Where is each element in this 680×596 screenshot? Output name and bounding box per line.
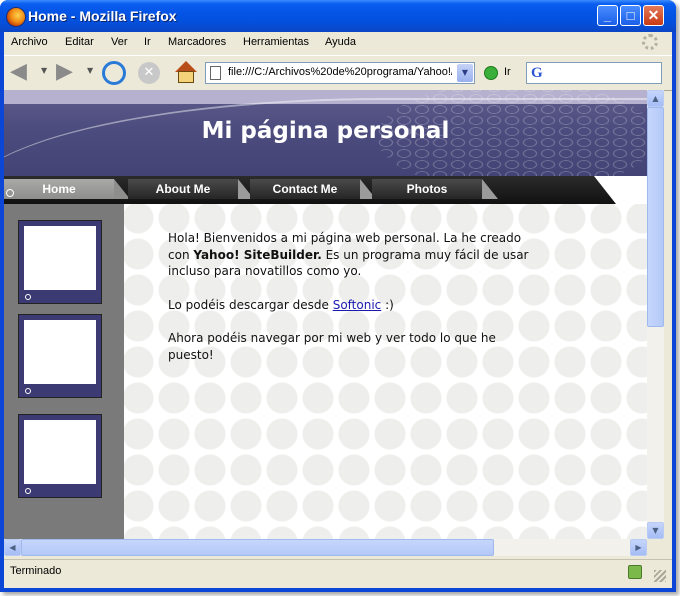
tab-photos-label: Photos (406, 182, 448, 196)
title-bar[interactable]: Home - Mozilla Firefox _ □ ✕ (0, 0, 676, 32)
photo-dot-icon (25, 294, 31, 300)
search-input[interactable]: G (526, 62, 662, 84)
menu-ver[interactable]: Ver (111, 36, 128, 48)
status-bar: Terminado (4, 559, 672, 585)
url-input[interactable]: file:///C:/Archivos%20de%20programa/Yaho… (228, 66, 452, 78)
page-viewport: Mi página personal Home About Me Contact… (4, 90, 647, 539)
download-text: Lo podéis descargar desde (168, 297, 333, 312)
back-dropdown-icon[interactable]: ▼ (41, 66, 47, 75)
vertical-scroll-thumb[interactable] (647, 107, 664, 327)
tab-home[interactable]: Home (4, 179, 114, 199)
browser-window: Home - Mozilla Firefox _ □ ✕ Archivo Edi… (0, 0, 676, 592)
softonic-link[interactable]: Softonic (333, 298, 382, 312)
browse-paragraph: Ahora podéis navegar por mi web y ver to… (168, 331, 496, 362)
scrollbar-corner (647, 539, 664, 556)
scroll-left-icon[interactable]: ◀ (4, 539, 21, 556)
url-bar[interactable]: file:///C:/Archivos%20de%20programa/Yaho… (205, 62, 475, 84)
site-nav: Home About Me Contact Me Photos (4, 176, 647, 204)
close-button[interactable]: ✕ (643, 5, 664, 26)
site-title: Mi página personal (201, 118, 450, 144)
menu-marcadores[interactable]: Marcadores (168, 36, 226, 48)
tab-about-me-label: About Me (155, 182, 211, 196)
photo-frame (18, 314, 102, 398)
download-text-end: :) (381, 297, 394, 312)
url-dropdown-icon[interactable]: ▼ (457, 64, 473, 82)
browser-client: Archivo Editar Ver Ir Marcadores Herrami… (4, 32, 672, 588)
photo-frame (18, 414, 102, 498)
tab-about-me[interactable]: About Me (128, 179, 238, 199)
content-text: Hola! Bienvenidos a mi página web person… (168, 230, 538, 380)
scroll-down-icon[interactable]: ▼ (647, 522, 664, 539)
menu-bar: Archivo Editar Ver Ir Marcadores Herrami… (4, 32, 672, 54)
intro-paragraph: Hola! Bienvenidos a mi página web person… (168, 230, 538, 280)
tab-photos[interactable]: Photos (372, 179, 482, 199)
go-icon[interactable] (484, 66, 498, 80)
photo-dot-icon (25, 488, 31, 494)
forward-dropdown-icon[interactable]: ▼ (87, 66, 93, 75)
throbber-icon (642, 34, 658, 50)
stop-icon[interactable]: ✕ (138, 62, 160, 84)
download-paragraph: Lo podéis descargar desde Softonic :) (168, 297, 538, 314)
scroll-up-icon[interactable]: ▲ (647, 90, 664, 107)
scroll-right-icon[interactable]: ▶ (630, 539, 647, 556)
menu-editar[interactable]: Editar (65, 36, 94, 48)
window-title: Home - Mozilla Firefox (28, 8, 177, 24)
tab-circle-icon (6, 189, 14, 197)
reload-icon[interactable] (102, 61, 126, 85)
page-icon (210, 66, 221, 80)
photo-placeholder (24, 420, 96, 484)
back-arrow-icon[interactable]: ◀ (10, 61, 34, 84)
status-text: Terminado (10, 565, 62, 577)
intro-text-bold: Yahoo! SiteBuilder. (193, 247, 322, 262)
vertical-scrollbar[interactable]: ▲ ▼ (647, 90, 664, 539)
status-extension-icon[interactable] (628, 565, 642, 579)
sidebar (4, 204, 124, 539)
forward-arrow-icon[interactable]: ▶ (56, 61, 80, 84)
firefox-icon (6, 7, 26, 27)
photo-frame (18, 220, 102, 304)
horizontal-scroll-thumb[interactable] (21, 539, 494, 556)
photo-dot-icon (25, 388, 31, 394)
navigation-toolbar: ◀ ▼ ▶ ▼ ✕ file:///C:/Archivos%20de%20pro… (4, 55, 672, 91)
menu-archivo[interactable]: Archivo (11, 36, 48, 48)
resize-grip-icon[interactable] (654, 570, 666, 582)
menu-ayuda[interactable]: Ayuda (325, 36, 356, 48)
photo-placeholder (24, 320, 96, 384)
home-icon[interactable] (174, 61, 198, 85)
site-header: Mi página personal (4, 90, 647, 176)
go-button-label[interactable]: Ir (504, 66, 511, 78)
tab-home-label: Home (42, 182, 76, 196)
tab-contact-me-label: Contact Me (272, 182, 338, 196)
photo-placeholder (24, 226, 96, 290)
horizontal-scrollbar[interactable]: ◀ ▶ (4, 539, 647, 556)
menu-herramientas[interactable]: Herramientas (243, 36, 309, 48)
home-icon-wall (178, 71, 194, 83)
google-icon[interactable]: G (531, 65, 543, 82)
tab-contact-me[interactable]: Contact Me (250, 179, 360, 199)
menu-ir[interactable]: Ir (144, 36, 151, 48)
minimize-button[interactable]: _ (597, 5, 618, 26)
maximize-button[interactable]: □ (620, 5, 641, 26)
main-content: Hola! Bienvenidos a mi página web person… (124, 204, 647, 539)
